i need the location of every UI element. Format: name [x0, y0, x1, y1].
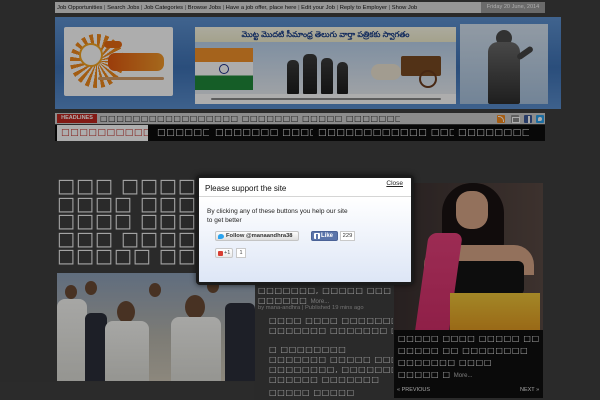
- modal-message: By clicking any of these buttons you hel…: [207, 208, 348, 224]
- google-plus-icon: [217, 250, 223, 256]
- twitter-bird-icon: [218, 233, 224, 239]
- close-button[interactable]: Close: [386, 180, 403, 187]
- facebook-like-button[interactable]: Like: [311, 231, 338, 241]
- facebook-like-label: Like: [321, 233, 334, 239]
- support-modal: Please support the site Close By clickin…: [196, 175, 414, 285]
- twitter-follow-button[interactable]: Follow @manaandhra38: [215, 231, 299, 241]
- facebook-like-count: 229: [340, 231, 355, 241]
- google-plus-label: +1: [224, 250, 231, 256]
- twitter-follow-label: Follow @manaandhra38: [226, 233, 293, 239]
- modal-title: Please support the site: [205, 184, 287, 193]
- google-plus-one-button[interactable]: +1: [215, 248, 233, 258]
- modal-body: By clicking any of these buttons you hel…: [199, 197, 411, 282]
- page: Job Opportunities | Search Jobs | Job Ca…: [0, 0, 600, 400]
- facebook-icon: [313, 233, 320, 239]
- modal-header: Please support the site Close: [199, 178, 411, 197]
- google-plus-count: 1: [236, 248, 246, 258]
